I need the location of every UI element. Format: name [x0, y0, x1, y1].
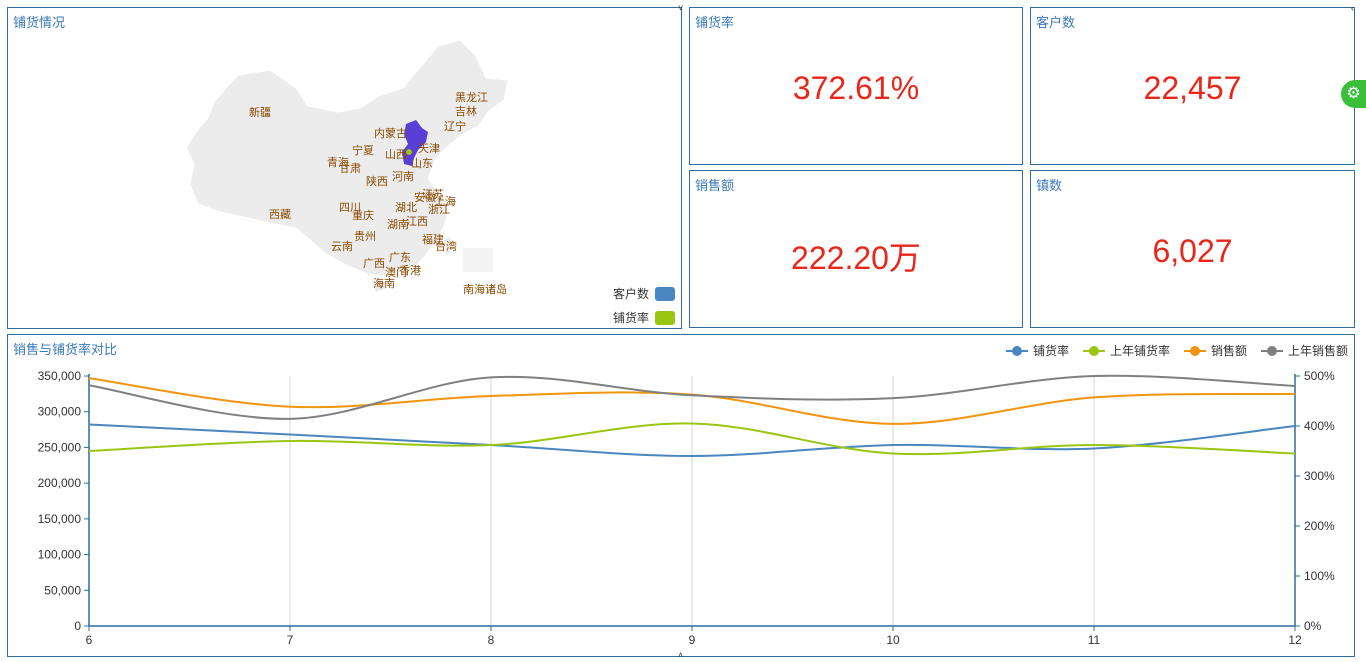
kpi-value: 372.61% — [792, 70, 920, 106]
province-label: 山西 — [385, 148, 407, 161]
right-tick-label: 100% — [1304, 569, 1335, 583]
province-label: 西藏 — [269, 208, 291, 221]
kpi-value: 22,457 — [1143, 70, 1242, 106]
collapse-top-icon[interactable]: ˅ — [678, 3, 683, 13]
left-tick-label: 50,000 — [44, 583, 81, 597]
x-tick-label: 7 — [287, 633, 294, 647]
province-label: 台湾 — [435, 239, 457, 253]
province-label: 重庆 — [352, 208, 374, 222]
kpi-distribution-rate: 铺货率 372.61% — [689, 7, 1023, 165]
collapse-right-icon[interactable]: ‹ — [1351, 3, 1354, 13]
x-tick-label: 10 — [886, 633, 900, 647]
province-label: 浙江 — [428, 203, 450, 216]
province-label: 甘肃 — [339, 162, 361, 175]
kpi-sales-amount: 销售额 222.20万 — [689, 170, 1023, 328]
province-label: 吉林 — [455, 104, 477, 118]
province-label: 天津 — [418, 142, 440, 155]
province-label: 湖北 — [395, 201, 417, 214]
province-label: 新疆 — [249, 105, 271, 119]
province-label: 黑龙江 — [455, 91, 488, 104]
kpi-title: 铺货率 — [695, 15, 735, 30]
province-label: 河南 — [392, 170, 414, 183]
right-tick-label: 200% — [1304, 519, 1335, 533]
kpi-title: 销售额 — [695, 178, 735, 193]
x-tick-label: 8 — [488, 633, 495, 647]
province-label: 陕西 — [366, 174, 388, 188]
kpi-title: 客户数 — [1036, 15, 1076, 30]
left-tick-label: 150,000 — [38, 512, 82, 526]
south-china-sea-inset — [463, 248, 493, 272]
kpi-town-count: 镇数 6,027 — [1030, 170, 1355, 328]
x-tick-label: 11 — [1088, 633, 1101, 647]
province-label: 澳门 — [385, 265, 407, 279]
x-tick-label: 6 — [86, 633, 93, 647]
map-legend-distribution-swatch — [655, 310, 675, 325]
province-label: 贵州 — [354, 230, 376, 243]
map-legend-distribution-label: 铺货率 — [612, 311, 649, 325]
province-label: 宁夏 — [352, 143, 374, 157]
kpi-value: 6,027 — [1152, 233, 1233, 269]
province-label: 内蒙古 — [374, 126, 407, 140]
left-tick-label: 250,000 — [38, 440, 82, 454]
province-label: 云南 — [331, 240, 353, 253]
map-legend-customers-swatch — [655, 286, 675, 301]
map-panel: 铺货情况 黑龙江 吉林 辽宁 内蒙古 新疆 宁夏 山西 天津 山东 青海 甘肃 陕西 河南 安徽 江苏 上海浙… — [7, 7, 682, 329]
province-label: 南海诸岛 — [463, 282, 507, 296]
left-tick-label: 350,000 — [38, 369, 82, 383]
province-label: 江西 — [406, 215, 428, 228]
province-label: 海南 — [373, 276, 395, 290]
left-tick-label: 200,000 — [38, 476, 82, 490]
kpi-customer-count: 客户数 22,457 — [1030, 7, 1355, 165]
china-map[interactable]: 黑龙江吉林辽宁内蒙古新疆宁夏 山西 天津山东青海甘肃陕西 河南安徽江苏上海浙江西藏四川… — [8, 8, 681, 328]
left-tick-label: 0 — [74, 619, 81, 633]
province-label: 辽宁 — [444, 119, 466, 133]
kpi-title: 镇数 — [1036, 178, 1063, 193]
line-chart[interactable]: 0 50,000 100,000 150,000 200,000 250,000 300,0… — [8, 335, 1354, 656]
x-tick-label: 12 — [1288, 633, 1302, 647]
settings-gear-icon[interactable]: ⚙ — [1341, 80, 1366, 108]
kpi-value: 222.20万 — [791, 240, 921, 276]
map-legend-distribution[interactable]: 铺货率 — [613, 309, 675, 326]
collapse-bottom-icon[interactable]: ˄ — [678, 650, 683, 660]
province-label: 山东 — [411, 157, 433, 170]
right-tick-label: 300% — [1304, 469, 1335, 483]
map-legend-customers[interactable]: 客户数 — [613, 285, 675, 302]
province-label: 广东 — [389, 251, 411, 264]
province-label: 广西 — [363, 257, 385, 270]
left-tick-label: 100,000 — [38, 548, 82, 562]
right-tick-label: 500% — [1304, 369, 1335, 383]
right-tick-label: 400% — [1304, 419, 1335, 433]
sales-chart-panel: 销售与铺货率对比 铺货率 上年铺货率 销售额 上年销售额 0 50,000 100,000… — [7, 334, 1355, 657]
left-tick-label: 300,000 — [38, 405, 82, 419]
map-legend-customers-label: 客户数 — [612, 287, 649, 301]
x-tick-label: 9 — [689, 633, 696, 647]
right-tick-label: 0% — [1304, 619, 1322, 633]
